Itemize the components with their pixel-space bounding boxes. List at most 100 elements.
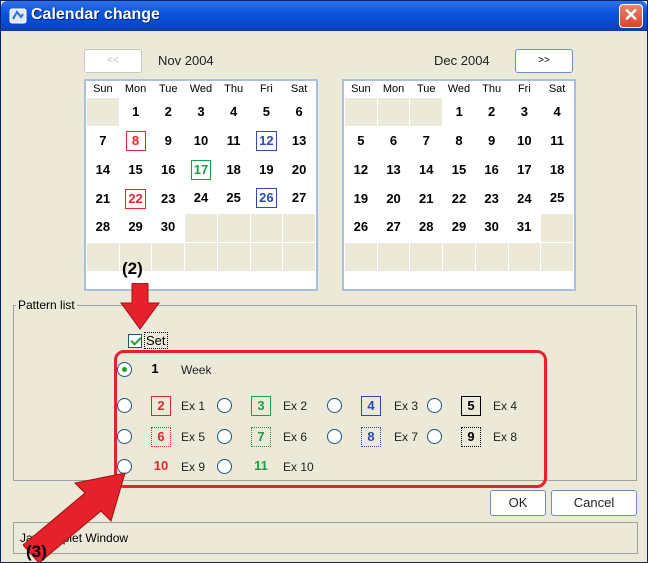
next-month-button[interactable]: >> xyxy=(515,49,573,73)
day-cell[interactable]: 30 xyxy=(475,213,508,242)
day-cell[interactable]: 10 xyxy=(508,126,541,155)
day-cell[interactable]: 28 xyxy=(87,213,120,242)
day-cell[interactable]: 6 xyxy=(283,97,316,126)
day-cell[interactable]: 8 xyxy=(119,126,152,155)
day-cell[interactable]: 11 xyxy=(541,126,574,155)
day-cell[interactable]: 14 xyxy=(410,155,443,184)
day-cell[interactable]: 26 xyxy=(345,213,378,242)
day-cell[interactable]: 26 xyxy=(250,184,283,213)
day-number: 21 xyxy=(419,190,434,206)
day-cell[interactable]: 17 xyxy=(185,155,218,184)
set-checkbox-row[interactable]: Set xyxy=(128,332,168,350)
day-cell[interactable]: 3 xyxy=(185,97,218,126)
day-cell[interactable]: 25 xyxy=(217,184,250,213)
day-cell[interactable]: 15 xyxy=(119,155,152,184)
day-cell[interactable]: 18 xyxy=(217,155,250,184)
day-cell[interactable]: 20 xyxy=(377,184,410,213)
day-cell[interactable]: 12 xyxy=(250,126,283,155)
day-cell[interactable]: 8 xyxy=(443,126,476,155)
day-cell[interactable]: 22 xyxy=(443,184,476,213)
day-cell[interactable]: 18 xyxy=(541,155,574,184)
weekday-header: Fri xyxy=(259,83,273,95)
day-number: 16 xyxy=(161,161,176,177)
day-cell[interactable]: 19 xyxy=(250,155,283,184)
calendar-week: 26 27 28 29 30 31 xyxy=(345,212,574,243)
close-icon[interactable]: ✕ xyxy=(619,4,643,28)
day-cell[interactable]: 30 xyxy=(152,213,185,242)
day-cell[interactable]: 6 xyxy=(377,126,410,155)
day-cell[interactable]: 9 xyxy=(152,126,185,155)
weekday-header: Sat xyxy=(548,83,566,95)
day-cell[interactable]: 16 xyxy=(152,155,185,184)
empty-day-cell xyxy=(344,96,378,127)
day-cell[interactable]: 13 xyxy=(283,126,316,155)
day-cell[interactable]: 5 xyxy=(345,126,378,155)
day-number: 4 xyxy=(230,103,238,119)
day-cell[interactable]: 11 xyxy=(217,126,250,155)
day-cell[interactable]: 23 xyxy=(152,184,185,213)
title-bar[interactable]: Calendar change ✕ xyxy=(1,1,647,31)
day-cell[interactable]: 22 xyxy=(119,184,152,213)
calendar-week: 21 22 23 24 25 26 27 xyxy=(87,184,316,213)
empty-day-cell xyxy=(282,241,316,272)
day-cell[interactable]: 19 xyxy=(345,184,378,213)
day-cell[interactable]: 12 xyxy=(345,155,378,184)
day-number: 29 xyxy=(128,219,143,235)
day-number: 24 xyxy=(193,190,209,206)
annotation-2: (2) xyxy=(122,259,143,278)
day-number: 24 xyxy=(517,190,532,206)
day-cell[interactable]: 2 xyxy=(475,97,508,126)
day-cell[interactable]: 4 xyxy=(541,97,574,126)
cancel-button[interactable]: Cancel xyxy=(551,490,637,516)
day-number: 10 xyxy=(517,132,532,148)
day-cell[interactable]: 28 xyxy=(410,213,443,242)
day-number: 16 xyxy=(484,161,499,177)
day-number: 21 xyxy=(95,190,111,206)
day-number: 17 xyxy=(190,159,212,180)
day-cell[interactable]: 24 xyxy=(508,184,541,213)
day-number: 28 xyxy=(95,219,111,235)
day-cell[interactable]: 27 xyxy=(283,184,316,213)
day-cell[interactable]: 4 xyxy=(217,97,250,126)
day-cell[interactable]: 3 xyxy=(508,97,541,126)
weekday-header: Tue xyxy=(158,83,178,95)
day-cell[interactable]: 15 xyxy=(443,155,476,184)
weekday-header: Thu xyxy=(224,83,244,95)
day-cell[interactable]: 10 xyxy=(185,126,218,155)
day-cell[interactable]: 5 xyxy=(250,97,283,126)
day-cell[interactable]: 20 xyxy=(283,155,316,184)
day-cell[interactable]: 16 xyxy=(475,155,508,184)
day-number: 15 xyxy=(451,161,467,177)
day-cell[interactable]: 21 xyxy=(410,184,443,213)
day-number: 4 xyxy=(553,103,561,119)
day-cell[interactable]: 9 xyxy=(475,126,508,155)
set-checkbox[interactable] xyxy=(128,333,142,348)
day-number: 7 xyxy=(422,132,430,148)
day-cell[interactable]: 7 xyxy=(410,126,443,155)
day-number: 18 xyxy=(226,161,241,177)
day-cell[interactable]: 27 xyxy=(377,213,410,242)
day-cell[interactable]: 7 xyxy=(87,126,120,155)
day-cell[interactable]: 17 xyxy=(508,155,541,184)
day-cell[interactable]: 29 xyxy=(119,213,152,242)
day-number: 12 xyxy=(256,130,277,151)
day-cell[interactable]: 29 xyxy=(443,213,476,242)
day-cell[interactable]: 25 xyxy=(541,184,574,213)
empty-day-cell xyxy=(184,212,218,243)
day-cell[interactable]: 1 xyxy=(119,97,152,126)
empty-day-cell xyxy=(282,212,316,243)
empty-day-cell xyxy=(151,241,186,272)
day-cell[interactable]: 31 xyxy=(508,213,541,242)
day-cell[interactable]: 23 xyxy=(475,184,508,213)
day-cell[interactable]: 24 xyxy=(185,184,218,213)
day-cell[interactable]: 1 xyxy=(443,97,476,126)
day-cell[interactable]: 21 xyxy=(87,184,120,213)
day-number: 6 xyxy=(295,103,303,119)
day-cell[interactable]: 14 xyxy=(87,155,120,184)
day-cell[interactable]: 2 xyxy=(152,97,185,126)
prev-month-button[interactable]: << xyxy=(84,49,142,73)
day-number: 27 xyxy=(386,219,401,235)
day-cell[interactable]: 13 xyxy=(377,155,410,184)
ok-button[interactable]: OK xyxy=(490,490,546,516)
empty-day-cell xyxy=(540,212,574,243)
